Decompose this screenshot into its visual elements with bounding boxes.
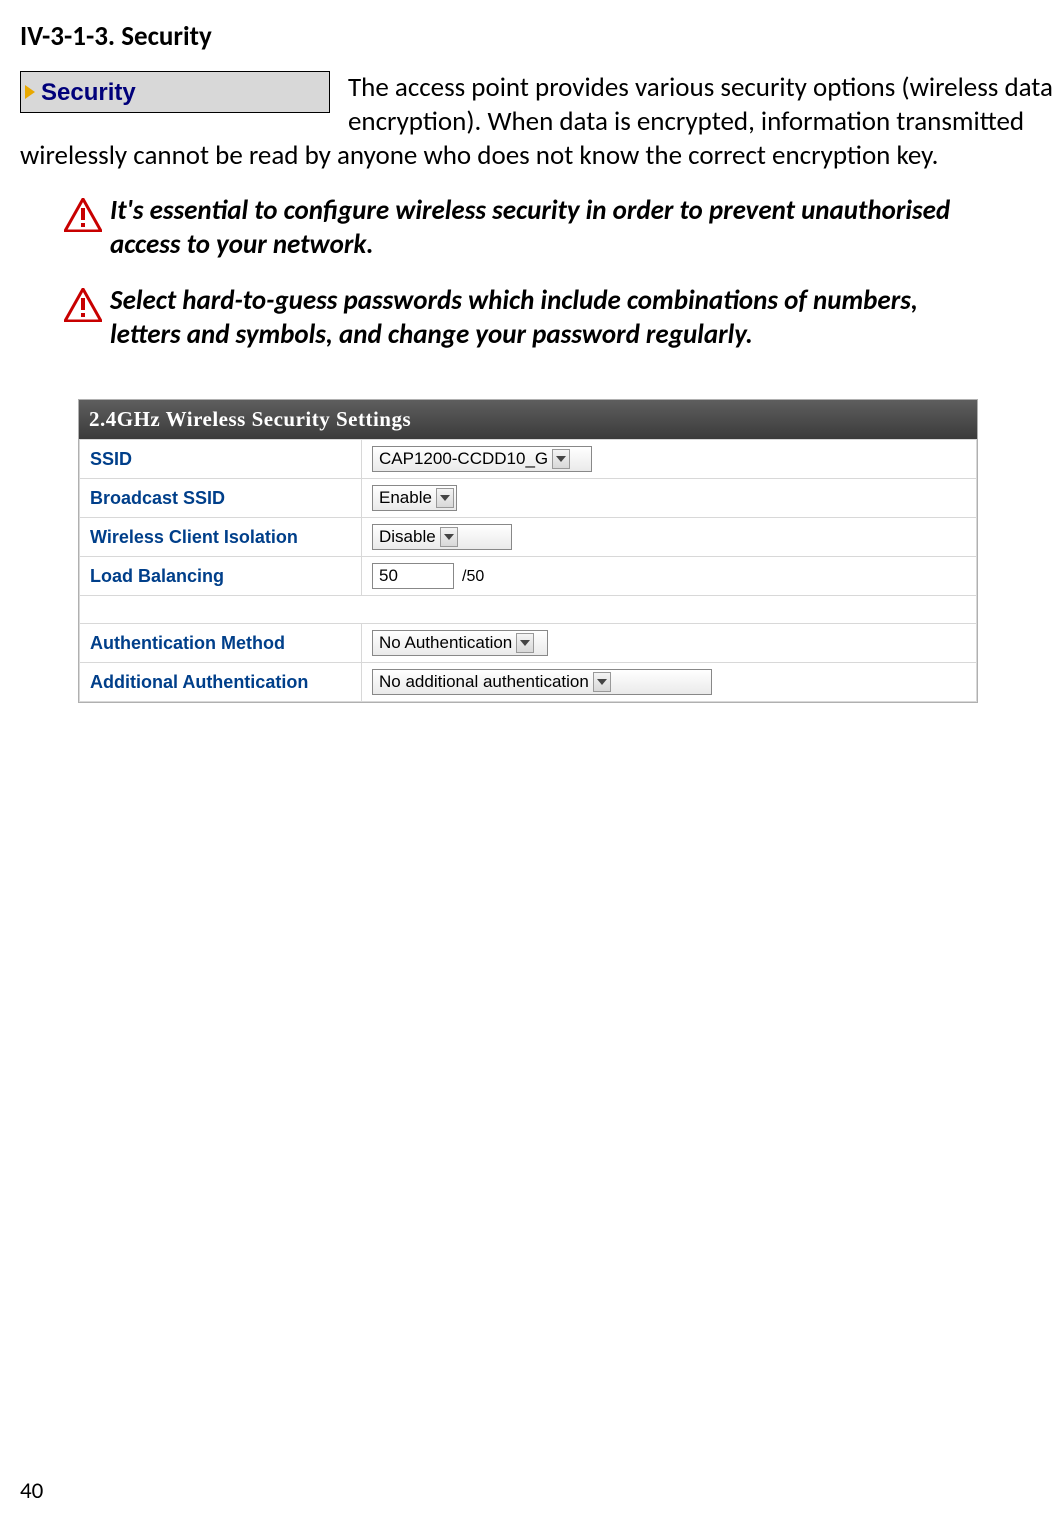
section-heading: IV-3-1-3. Security <box>20 20 1053 53</box>
chevron-down-icon <box>436 488 454 508</box>
table-row: Load Balancing50/50 <box>80 557 977 596</box>
field-value: No additional authentication <box>362 663 977 702</box>
table-row: Wireless Client Isolation Disable <box>80 518 977 557</box>
panel-title: 2.4GHz Wireless Security Settings <box>79 400 977 439</box>
field-label: Additional Authentication <box>80 663 362 702</box>
wireless-security-panel: 2.4GHz Wireless Security Settings SSID CA… <box>78 399 978 703</box>
security-nav-badge: Security <box>20 71 330 113</box>
additional-authentication-select[interactable]: No additional authentication <box>372 669 712 695</box>
field-value: Enable <box>362 479 977 518</box>
table-row: Additional Authentication No additional a… <box>80 663 977 702</box>
field-label: Authentication Method <box>80 624 362 663</box>
chevron-down-icon <box>440 527 458 547</box>
warning-text-2: Select hard-to-guess passwords which inc… <box>110 284 1053 352</box>
field-value: 50/50 <box>362 557 977 596</box>
warning-text-1: It's essential to configure wireless sec… <box>110 194 1053 262</box>
broadcast-ssid-select[interactable]: Enable <box>372 485 457 511</box>
page-number: 40 <box>20 1477 43 1505</box>
warning-2: Select hard-to-guess passwords which inc… <box>64 284 1053 352</box>
authentication-method-select[interactable]: No Authentication <box>372 630 548 656</box>
settings-panel-container: 2.4GHz Wireless Security Settings SSID CA… <box>78 399 1053 703</box>
field-value: Disable <box>362 518 977 557</box>
select-value: Enable <box>379 488 432 508</box>
select-value: CAP1200-CCDD10_G <box>379 449 548 469</box>
chevron-right-icon <box>21 79 41 106</box>
nav-label: Security <box>41 78 136 107</box>
settings-table: SSID CAP1200-CCDD10_G Broadcast SSID Enable… <box>79 439 977 702</box>
field-value: CAP1200-CCDD10_G <box>362 440 977 479</box>
chevron-down-icon <box>516 633 534 653</box>
field-label: SSID <box>80 440 362 479</box>
field-label: Wireless Client Isolation <box>80 518 362 557</box>
field-value: No Authentication <box>362 624 977 663</box>
chevron-down-icon <box>593 672 611 692</box>
suffix-text: /50 <box>462 568 484 585</box>
alert-icon <box>64 198 102 232</box>
ssid-select[interactable]: CAP1200-CCDD10_G <box>372 446 592 472</box>
intro-block: Security The access point provides vario… <box>20 71 1053 172</box>
table-row: Authentication Method No Authentication <box>80 624 977 663</box>
field-label: Broadcast SSID <box>80 479 362 518</box>
field-label: Load Balancing <box>80 557 362 596</box>
alert-icon <box>64 288 102 322</box>
wireless-client-isolation-select[interactable]: Disable <box>372 524 512 550</box>
chevron-down-icon <box>552 449 570 469</box>
load-balancing-input[interactable]: 50 <box>372 563 454 589</box>
table-row: SSID CAP1200-CCDD10_G <box>80 440 977 479</box>
warning-1: It's essential to configure wireless sec… <box>64 194 1053 262</box>
select-value: Disable <box>379 527 436 547</box>
table-row: Broadcast SSID Enable <box>80 479 977 518</box>
spacer-row <box>80 596 977 624</box>
select-value: No additional authentication <box>379 672 589 692</box>
select-value: No Authentication <box>379 633 512 653</box>
